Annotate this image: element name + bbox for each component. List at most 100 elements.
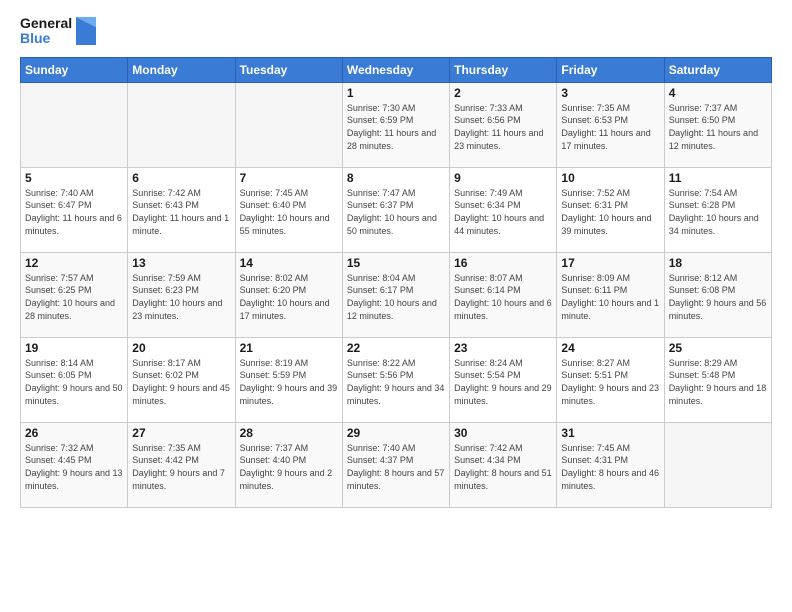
calendar-cell: 17Sunrise: 8:09 AM Sunset: 6:11 PM Dayli… bbox=[557, 252, 664, 337]
day-info: Sunrise: 7:35 AM Sunset: 6:53 PM Dayligh… bbox=[561, 102, 659, 152]
day-number: 15 bbox=[347, 256, 445, 270]
day-number: 7 bbox=[240, 171, 338, 185]
day-info: Sunrise: 8:14 AM Sunset: 6:05 PM Dayligh… bbox=[25, 357, 123, 407]
calendar-cell: 8Sunrise: 7:47 AM Sunset: 6:37 PM Daylig… bbox=[342, 167, 449, 252]
calendar-cell: 9 Sunrise: 7:49 AM Sunset: 6:34 PM Daylig… bbox=[450, 167, 557, 252]
day-number: 28 bbox=[240, 426, 338, 440]
day-info: Sunrise: 8:07 AM Sunset: 6:14 PM Dayligh… bbox=[454, 272, 552, 322]
day-number: 30 bbox=[454, 426, 552, 440]
day-number: 19 bbox=[25, 341, 123, 355]
logo-icon bbox=[76, 17, 96, 45]
calendar-cell: 20 Sunrise: 8:17 AM Sunset: 6:02 PM Dayli… bbox=[128, 337, 235, 422]
day-number: 31 bbox=[561, 426, 659, 440]
day-number: 27 bbox=[132, 426, 230, 440]
calendar-cell: 29 Sunrise: 7:40 AM Sunset: 4:37 PM Dayli… bbox=[342, 422, 449, 507]
calendar-cell: 23 Sunrise: 8:24 AM Sunset: 5:54 PM Dayli… bbox=[450, 337, 557, 422]
calendar-cell: 22Sunrise: 8:22 AM Sunset: 5:56 PM Dayli… bbox=[342, 337, 449, 422]
day-info: Sunrise: 7:37 AM Sunset: 6:50 PM Dayligh… bbox=[669, 102, 767, 152]
day-number: 21 bbox=[240, 341, 338, 355]
day-info: Sunrise: 8:12 AM Sunset: 6:08 PM Dayligh… bbox=[669, 272, 767, 322]
calendar-cell: 24 Sunrise: 8:27 AM Sunset: 5:51 PM Dayli… bbox=[557, 337, 664, 422]
calendar-cell: 10 Sunrise: 7:52 AM Sunset: 6:31 PM Dayli… bbox=[557, 167, 664, 252]
calendar-cell: 16 Sunrise: 8:07 AM Sunset: 6:14 PM Dayli… bbox=[450, 252, 557, 337]
day-number: 26 bbox=[25, 426, 123, 440]
day-number: 1 bbox=[347, 86, 445, 100]
calendar-cell: 13 Sunrise: 7:59 AM Sunset: 6:23 PM Dayli… bbox=[128, 252, 235, 337]
page-container: General Blue SundayMondayTuesdayWednesda… bbox=[0, 0, 792, 612]
calendar-cell: 25 Sunrise: 8:29 AM Sunset: 5:48 PM Dayli… bbox=[664, 337, 771, 422]
logo-blue: Blue bbox=[20, 31, 72, 46]
day-info: Sunrise: 8:27 AM Sunset: 5:51 PM Dayligh… bbox=[561, 357, 659, 407]
calendar-cell: 28 Sunrise: 7:37 AM Sunset: 4:40 PM Dayli… bbox=[235, 422, 342, 507]
calendar-cell: 30 Sunrise: 7:42 AM Sunset: 4:34 PM Dayli… bbox=[450, 422, 557, 507]
day-info: Sunrise: 8:22 AM Sunset: 5:56 PM Dayligh… bbox=[347, 357, 445, 407]
day-number: 11 bbox=[669, 171, 767, 185]
day-info: Sunrise: 7:37 AM Sunset: 4:40 PM Dayligh… bbox=[240, 442, 338, 492]
day-info: Sunrise: 8:29 AM Sunset: 5:48 PM Dayligh… bbox=[669, 357, 767, 407]
calendar-table: SundayMondayTuesdayWednesdayThursdayFrid… bbox=[20, 57, 772, 508]
calendar-cell: 3Sunrise: 7:35 AM Sunset: 6:53 PM Daylig… bbox=[557, 82, 664, 167]
calendar-week-row: 1 Sunrise: 7:30 AM Sunset: 6:59 PM Daylig… bbox=[21, 82, 772, 167]
day-number: 25 bbox=[669, 341, 767, 355]
day-number: 5 bbox=[25, 171, 123, 185]
calendar-cell: 12 Sunrise: 7:57 AM Sunset: 6:25 PM Dayli… bbox=[21, 252, 128, 337]
day-info: Sunrise: 8:17 AM Sunset: 6:02 PM Dayligh… bbox=[132, 357, 230, 407]
day-info: Sunrise: 8:19 AM Sunset: 5:59 PM Dayligh… bbox=[240, 357, 338, 407]
calendar-cell bbox=[664, 422, 771, 507]
day-info: Sunrise: 8:24 AM Sunset: 5:54 PM Dayligh… bbox=[454, 357, 552, 407]
day-number: 13 bbox=[132, 256, 230, 270]
calendar-week-row: 19 Sunrise: 8:14 AM Sunset: 6:05 PM Dayli… bbox=[21, 337, 772, 422]
day-number: 4 bbox=[669, 86, 767, 100]
calendar-cell: 1 Sunrise: 7:30 AM Sunset: 6:59 PM Daylig… bbox=[342, 82, 449, 167]
day-number: 24 bbox=[561, 341, 659, 355]
day-info: Sunrise: 7:45 AM Sunset: 4:31 PM Dayligh… bbox=[561, 442, 659, 492]
calendar-cell: 5 Sunrise: 7:40 AM Sunset: 6:47 PM Daylig… bbox=[21, 167, 128, 252]
calendar-cell: 11 Sunrise: 7:54 AM Sunset: 6:28 PM Dayli… bbox=[664, 167, 771, 252]
day-number: 23 bbox=[454, 341, 552, 355]
day-info: Sunrise: 8:09 AM Sunset: 6:11 PM Dayligh… bbox=[561, 272, 659, 322]
calendar-cell: 26 Sunrise: 7:32 AM Sunset: 4:45 PM Dayli… bbox=[21, 422, 128, 507]
calendar-cell: 2 Sunrise: 7:33 AM Sunset: 6:56 PM Daylig… bbox=[450, 82, 557, 167]
day-number: 9 bbox=[454, 171, 552, 185]
day-number: 12 bbox=[25, 256, 123, 270]
day-number: 20 bbox=[132, 341, 230, 355]
day-info: Sunrise: 7:35 AM Sunset: 4:42 PM Dayligh… bbox=[132, 442, 230, 492]
calendar-cell: 19 Sunrise: 8:14 AM Sunset: 6:05 PM Dayli… bbox=[21, 337, 128, 422]
day-info: Sunrise: 7:42 AM Sunset: 4:34 PM Dayligh… bbox=[454, 442, 552, 492]
weekday-header-friday: Friday bbox=[557, 57, 664, 82]
day-info: Sunrise: 7:30 AM Sunset: 6:59 PM Dayligh… bbox=[347, 102, 445, 152]
day-number: 6 bbox=[132, 171, 230, 185]
calendar-cell: 6Sunrise: 7:42 AM Sunset: 6:43 PM Daylig… bbox=[128, 167, 235, 252]
day-number: 10 bbox=[561, 171, 659, 185]
day-number: 16 bbox=[454, 256, 552, 270]
calendar-cell: 4 Sunrise: 7:37 AM Sunset: 6:50 PM Daylig… bbox=[664, 82, 771, 167]
logo: General Blue bbox=[20, 16, 96, 47]
day-info: Sunrise: 7:45 AM Sunset: 6:40 PM Dayligh… bbox=[240, 187, 338, 237]
day-info: Sunrise: 7:32 AM Sunset: 4:45 PM Dayligh… bbox=[25, 442, 123, 492]
weekday-header-row: SundayMondayTuesdayWednesdayThursdayFrid… bbox=[21, 57, 772, 82]
weekday-header-wednesday: Wednesday bbox=[342, 57, 449, 82]
calendar-cell: 21 Sunrise: 8:19 AM Sunset: 5:59 PM Dayli… bbox=[235, 337, 342, 422]
day-info: Sunrise: 7:49 AM Sunset: 6:34 PM Dayligh… bbox=[454, 187, 552, 237]
day-info: Sunrise: 7:52 AM Sunset: 6:31 PM Dayligh… bbox=[561, 187, 659, 237]
calendar-cell: 15Sunrise: 8:04 AM Sunset: 6:17 PM Dayli… bbox=[342, 252, 449, 337]
calendar-cell: 14Sunrise: 8:02 AM Sunset: 6:20 PM Dayli… bbox=[235, 252, 342, 337]
calendar-cell: 27 Sunrise: 7:35 AM Sunset: 4:42 PM Dayli… bbox=[128, 422, 235, 507]
day-info: Sunrise: 7:57 AM Sunset: 6:25 PM Dayligh… bbox=[25, 272, 123, 322]
day-number: 2 bbox=[454, 86, 552, 100]
day-info: Sunrise: 7:40 AM Sunset: 6:47 PM Dayligh… bbox=[25, 187, 123, 237]
day-info: Sunrise: 7:33 AM Sunset: 6:56 PM Dayligh… bbox=[454, 102, 552, 152]
logo-general: General bbox=[20, 16, 72, 31]
calendar-cell: 18Sunrise: 8:12 AM Sunset: 6:08 PM Dayli… bbox=[664, 252, 771, 337]
calendar-week-row: 12 Sunrise: 7:57 AM Sunset: 6:25 PM Dayli… bbox=[21, 252, 772, 337]
calendar-week-row: 26 Sunrise: 7:32 AM Sunset: 4:45 PM Dayli… bbox=[21, 422, 772, 507]
day-info: Sunrise: 8:02 AM Sunset: 6:20 PM Dayligh… bbox=[240, 272, 338, 322]
day-info: Sunrise: 7:59 AM Sunset: 6:23 PM Dayligh… bbox=[132, 272, 230, 322]
day-info: Sunrise: 7:40 AM Sunset: 4:37 PM Dayligh… bbox=[347, 442, 445, 492]
calendar-week-row: 5 Sunrise: 7:40 AM Sunset: 6:47 PM Daylig… bbox=[21, 167, 772, 252]
day-info: Sunrise: 7:54 AM Sunset: 6:28 PM Dayligh… bbox=[669, 187, 767, 237]
calendar-cell bbox=[128, 82, 235, 167]
weekday-header-monday: Monday bbox=[128, 57, 235, 82]
day-number: 29 bbox=[347, 426, 445, 440]
weekday-header-sunday: Sunday bbox=[21, 57, 128, 82]
